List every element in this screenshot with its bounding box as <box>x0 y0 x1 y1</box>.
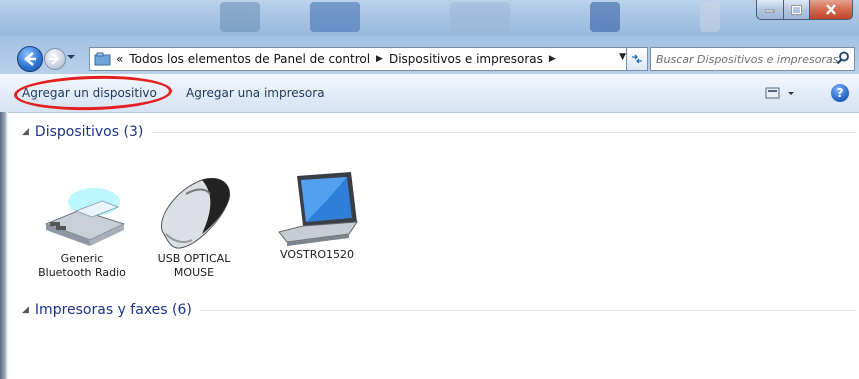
search-icon[interactable] <box>836 51 850 65</box>
collapse-triangle-icon[interactable]: ◢ <box>22 305 29 315</box>
bluetooth-usb-icon <box>44 188 126 246</box>
refresh-button[interactable] <box>626 47 648 71</box>
refresh-icon <box>632 54 642 64</box>
group-title-printers: Impresoras y faxes (6) <box>34 302 192 318</box>
back-arrow-icon <box>24 52 36 66</box>
group-title-devices: Dispositivos (3) <box>34 124 144 140</box>
address-dropdown-icon[interactable]: ▼ <box>619 52 626 62</box>
navigation-bar: « Todos los elementos de Panel de contro… <box>0 36 859 74</box>
change-view-button[interactable] <box>764 84 796 102</box>
device-label-line1: Generic <box>60 252 104 265</box>
close-button[interactable] <box>810 0 853 20</box>
recent-pages-dropdown[interactable] <box>66 50 76 64</box>
device-label-line2: MOUSE <box>173 266 215 279</box>
chevron-down-icon <box>67 55 75 59</box>
window-left-edge <box>0 112 8 379</box>
caption-buttons <box>756 0 853 20</box>
group-header-devices[interactable]: ◢ Dispositivos (3) <box>22 124 857 140</box>
back-button[interactable] <box>17 46 43 72</box>
close-icon <box>826 4 836 15</box>
search-box[interactable]: Buscar Dispositivos e impresoras <box>650 47 855 71</box>
device-label-line2: Bluetooth Radio <box>38 266 126 279</box>
breadcrumb-separator-icon[interactable]: ▶ <box>549 54 556 64</box>
device-vostro1520[interactable]: VOSTRO1520 <box>262 170 372 262</box>
maximize-button[interactable] <box>784 0 810 20</box>
forward-arrow-icon <box>49 53 60 65</box>
group-divider <box>199 309 857 311</box>
devices-and-printers-window: « Todos los elementos de Panel de contro… <box>0 0 859 379</box>
group-header-printers[interactable]: ◢ Impresoras y faxes (6) <box>22 302 857 318</box>
view-options-icon <box>765 87 794 99</box>
breadcrumb-overflow[interactable]: « <box>116 52 123 66</box>
device-usb-optical-mouse[interactable]: USB OPTICAL MOUSE <box>139 172 249 280</box>
breadcrumb-control-panel[interactable]: Todos los elementos de Panel de control <box>129 52 370 66</box>
minimize-button[interactable] <box>756 0 784 20</box>
minimize-icon <box>765 9 775 12</box>
address-bar[interactable]: « Todos los elementos de Panel de contro… <box>89 47 647 71</box>
collapse-triangle-icon[interactable]: ◢ <box>22 127 29 137</box>
device-label-line1: VOSTRO1520 <box>280 248 354 261</box>
title-bar[interactable] <box>0 0 859 36</box>
breadcrumb-devices-printers[interactable]: Dispositivos e impresoras <box>389 52 543 66</box>
laptop-icon <box>278 172 358 246</box>
help-button[interactable]: ? <box>831 84 849 102</box>
control-panel-icon <box>94 52 111 66</box>
search-placeholder: Buscar Dispositivos e impresoras <box>656 52 839 66</box>
breadcrumb-separator-icon[interactable]: ▶ <box>376 54 383 64</box>
forward-button[interactable] <box>44 48 66 70</box>
maximize-icon <box>791 4 802 15</box>
device-bluetooth-radio[interactable]: Generic Bluetooth Radio <box>27 180 137 280</box>
add-printer-button[interactable]: Agregar una impresora <box>186 86 325 100</box>
group-divider <box>151 131 857 133</box>
device-label-line1: USB OPTICAL <box>157 252 231 265</box>
mouse-icon <box>160 178 230 249</box>
